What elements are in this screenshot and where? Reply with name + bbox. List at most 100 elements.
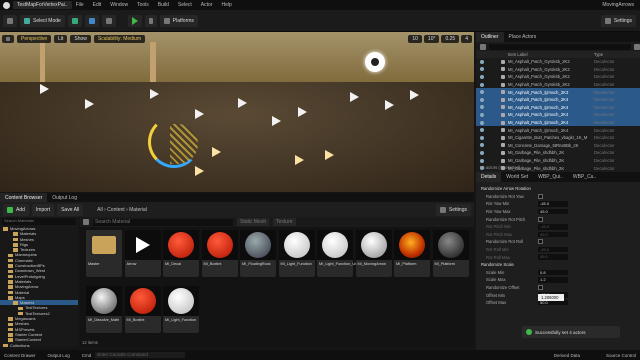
gear-icon[interactable] [634,43,640,50]
menu-file[interactable]: File [76,2,84,8]
asset-tile[interactable]: MI_FloatingRock [240,230,276,277]
outliner-row[interactable]: MI_Asphalt_Patch_Ijzmxch_2K4 DecalActor [476,111,640,119]
menu-help[interactable]: Help [221,2,231,8]
tab-content-browser[interactable]: Content Browser [0,193,48,202]
level-viewport[interactable]: Perspective Lit Show Scalability: Medium… [0,32,474,192]
asset-tile[interactable]: Master [86,230,122,277]
breadcrumb-content[interactable]: Content [107,207,125,213]
menu-build[interactable]: Build [158,2,169,8]
visibility-eye-icon[interactable] [480,135,484,140]
console-input[interactable]: Enter Console Command [95,352,186,358]
outliner-row[interactable]: MI_Asphalt_Patch_Gyroksb_2K2 DecalActor [476,58,640,66]
visibility-eye-icon[interactable] [480,158,484,163]
visibility-eye-icon[interactable] [480,90,484,95]
tab-outliner[interactable]: Outliner [476,32,504,42]
outliner-row[interactable]: MI_Asphalt_Patch_Ijzmxch_2K4 DecalActor [476,95,640,104]
show-button[interactable]: Show [70,35,91,43]
breadcrumb-material[interactable]: Material [129,207,147,213]
tab-wbp-quick[interactable]: WBP_Qui.. [533,172,568,182]
cmd-button[interactable]: Cmd [82,353,92,358]
filter-texture[interactable]: Texture [273,218,296,226]
lit-button[interactable]: Lit [54,35,68,43]
tab-output-log[interactable]: Output Log [47,193,82,202]
asset-tile[interactable]: MI_Platform [432,230,469,277]
filter-static-mesh[interactable]: Static Mesh [237,218,270,226]
asset-search-input[interactable]: Search Material [93,218,233,226]
property-value-field[interactable]: 45.0 [538,208,568,215]
asset-tile[interactable]: MI_Light_Function_Unit [317,230,359,277]
perspective-button[interactable]: Perspective [17,35,52,43]
menu-tools[interactable]: Tools [137,2,149,8]
viewport-options-button[interactable] [2,35,14,43]
play-options-button[interactable] [144,14,157,27]
menu-select[interactable]: Select [178,2,192,8]
level-tab[interactable]: TestMapForVertexPai.. [13,1,72,9]
asset-tile[interactable]: MI_Platform [394,230,430,277]
outliner-row[interactable]: MI_Garbage_Pile_shdhbh_2K DecalActor [476,149,640,157]
visibility-eye-icon[interactable] [480,120,484,125]
col-type[interactable]: Type [594,52,603,57]
camera-speed-value[interactable]: 4 [461,35,472,43]
outliner-row[interactable]: MI_Asphalt_Patch_Gyroksb_2K2 DecalActor [476,81,640,89]
settings-button[interactable]: Settings [600,14,636,27]
select-mode-button[interactable]: Select Mode [20,14,65,27]
outliner-row[interactable]: MI_Asphalt_Patch_Ijzmxch_2K4 DecalActor [476,118,640,127]
outliner-row[interactable]: MI_Asphalt_Patch_Gyroksb_2K2 DecalActor [476,66,640,74]
cinematics-button[interactable] [101,14,116,27]
asset-tile[interactable]: MI_Decal [163,230,199,277]
visibility-eye-icon[interactable] [480,105,484,110]
asset-tile[interactable]: MI_Boxtint [124,286,161,333]
tab-details[interactable]: Details [476,172,502,182]
filter-icon[interactable] [83,219,89,225]
visibility-eye-icon[interactable] [480,143,484,148]
tab-place-actors[interactable]: Place Actors [503,32,542,42]
asset-tile[interactable]: MI_Dissolve_Math [86,286,122,333]
platforms-button[interactable]: Platforms [159,14,198,27]
visibility-eye-icon[interactable] [480,59,484,64]
scale-snap-value[interactable]: 0.25 [441,35,460,43]
play-button[interactable] [127,14,142,27]
visibility-eye-icon[interactable] [480,150,484,155]
blueprint-button[interactable] [84,14,99,27]
outliner-row[interactable]: MI_Concrete_Damage_5tRnxBBk_2K DecalActor [476,142,640,150]
outliner-row[interactable]: MI_Asphalt_Patch_Ijzmxch_2K3 DecalActor [476,88,640,96]
asset-tile[interactable]: MI_Boxtint [201,230,238,277]
menu-edit[interactable]: Edit [93,2,102,8]
save-button[interactable] [3,14,17,27]
outliner-search-input[interactable] [489,43,631,50]
menu-actor[interactable]: Actor [201,2,213,8]
derived-data-button[interactable]: Derived Data [554,353,580,358]
asset-tile[interactable]: MI_MovingArrow [355,230,392,277]
visibility-eye-icon[interactable] [480,128,484,133]
save-all-button[interactable]: Save All [57,203,84,216]
source-control-button[interactable]: Source Control [606,353,636,358]
property-checkbox[interactable] [538,193,543,199]
property-checkbox[interactable] [538,239,543,245]
import-button[interactable]: Import [31,203,55,216]
visibility-eye-icon[interactable] [480,74,484,79]
property-value-field[interactable]: -45.0 [538,201,568,207]
tree-search-input[interactable]: Search Materials [2,218,76,225]
outliner-row[interactable]: MI_Asphalt_Patch_Ijzmxch_2K4 DecalActor [476,103,640,112]
visibility-eye-icon[interactable] [480,67,484,72]
breadcrumb-all[interactable]: All [97,207,103,213]
tab-wbp-cu[interactable]: WBP_Cu.. [567,172,602,182]
outliner-row[interactable]: MI_Cigarette_Butt_Patches_vbagkr_1K_M Dec… [476,134,640,142]
asset-tile[interactable]: MI_Light_Function [163,286,199,333]
scalability-button[interactable]: Scalability: Medium [93,35,145,43]
property-checkbox[interactable] [538,285,543,291]
outliner-row[interactable]: MI_Asphalt_Patch_Ijzmxch_2K4 DecalActor [476,126,640,134]
output-log-button[interactable]: Output Log [48,353,70,358]
property-checkbox[interactable] [538,216,543,222]
property-value-field[interactable]: 1.2 [538,277,568,283]
asset-tile[interactable]: Arrow [124,230,161,277]
visibility-eye-icon[interactable] [480,82,484,87]
outliner-row[interactable]: MI_Asphalt_Patch_Gyroksb_2K2 DecalActor [476,73,640,81]
property-value-field[interactable]: 0.8 [538,269,568,276]
menu-window[interactable]: Window [110,2,128,8]
add-button[interactable]: Add [3,203,29,216]
cb-settings-button[interactable]: Settings [435,203,471,216]
visibility-eye-icon[interactable] [480,97,484,102]
rotation-snap-value[interactable]: 10° [423,35,440,43]
quick-add-button[interactable] [67,14,82,27]
